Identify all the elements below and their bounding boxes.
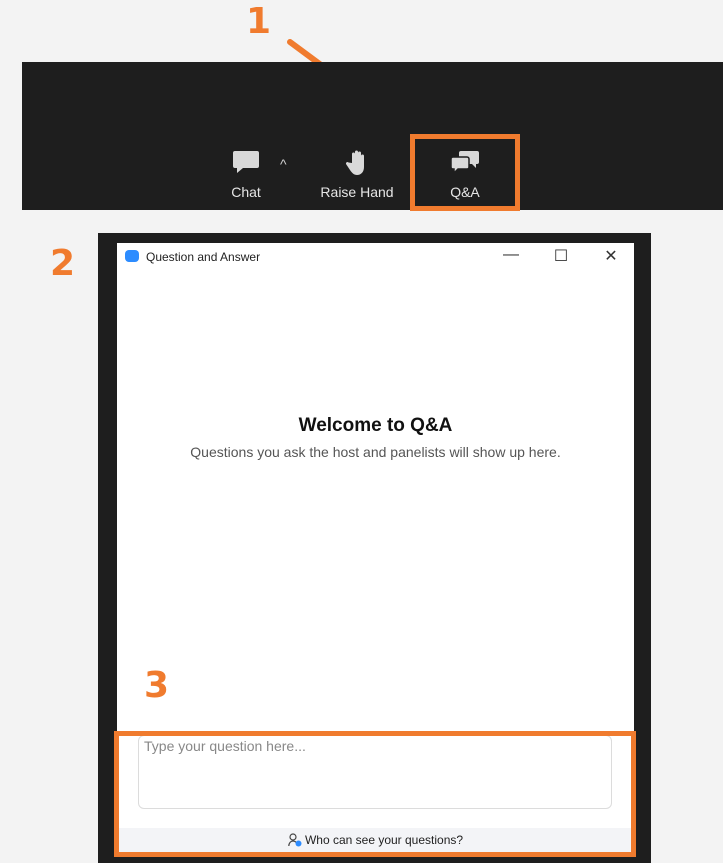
raise-hand-icon bbox=[345, 150, 364, 175]
welcome-title: Welcome to Q&A bbox=[298, 415, 453, 436]
chat-label: Chat bbox=[231, 184, 261, 200]
maximize-button[interactable]: ☐ bbox=[551, 246, 571, 266]
chat-button[interactable]: Chat bbox=[206, 149, 286, 207]
step-number-3: 3 bbox=[144, 665, 170, 706]
title-bar: Question and Answer — ☐ ✕ bbox=[117, 243, 634, 271]
step-number-2: 2 bbox=[50, 243, 76, 284]
chat-bubble-icon bbox=[233, 151, 259, 173]
qa-highlight-box bbox=[410, 134, 520, 211]
meeting-toolbar: Chat ^ Raise Hand Q&A bbox=[22, 62, 723, 210]
zoom-logo-icon bbox=[125, 250, 139, 262]
input-highlight-box bbox=[114, 731, 636, 857]
minimize-button[interactable]: — bbox=[501, 246, 521, 264]
raise-hand-button[interactable]: Raise Hand bbox=[317, 149, 397, 207]
welcome-description: Questions you ask the host and panelists… bbox=[190, 444, 561, 460]
close-button[interactable]: ✕ bbox=[601, 246, 621, 266]
chevron-up-icon[interactable]: ^ bbox=[280, 156, 287, 172]
window-title: Question and Answer bbox=[146, 250, 261, 264]
raise-hand-label: Raise Hand bbox=[320, 184, 394, 200]
